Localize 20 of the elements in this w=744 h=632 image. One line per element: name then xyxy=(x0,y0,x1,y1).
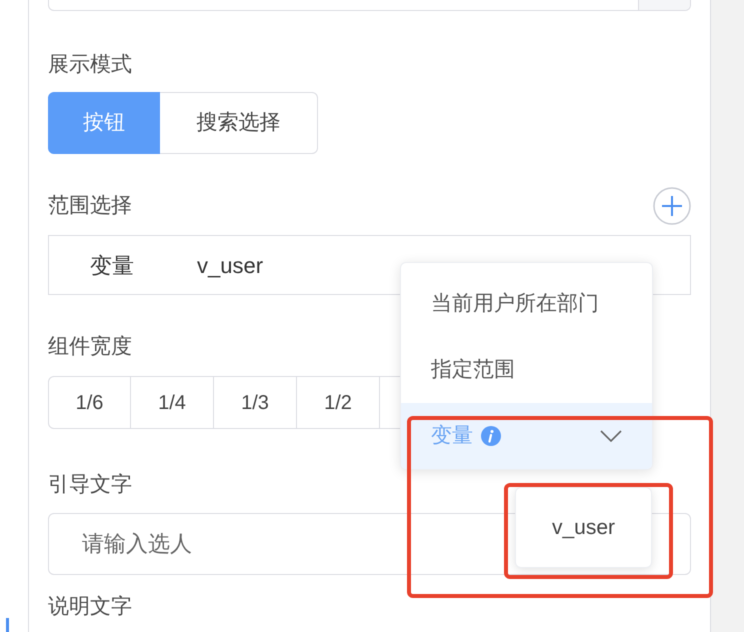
menu-item[interactable]: 指定范围 xyxy=(401,337,652,403)
width-option[interactable]: 1/4 xyxy=(131,376,214,429)
field-addon[interactable] xyxy=(638,0,690,10)
info-icon xyxy=(481,426,501,446)
section-label: 展示模式 xyxy=(48,52,133,78)
section-label: 范围选择 xyxy=(48,193,132,220)
menu-item[interactable]: 当前用户所在部门 xyxy=(401,271,652,337)
range-value: v_user xyxy=(197,252,264,280)
range-type: 变量 xyxy=(90,252,134,280)
width-option[interactable]: 1/6 xyxy=(48,376,131,429)
mode-option[interactable]: 搜索选择 xyxy=(160,92,318,154)
section-label: 说明文字 xyxy=(48,594,133,620)
section-label: 引导文字 xyxy=(48,472,133,498)
section-label: 组件宽度 xyxy=(48,334,133,360)
scroll-marker xyxy=(6,618,9,632)
chevron-down-icon xyxy=(600,430,622,442)
width-option[interactable]: 1/2 xyxy=(297,376,380,429)
submenu-item[interactable]: v_user xyxy=(552,512,616,544)
width-option[interactable]: 1/3 xyxy=(214,376,297,429)
add-icon[interactable] xyxy=(653,187,691,225)
